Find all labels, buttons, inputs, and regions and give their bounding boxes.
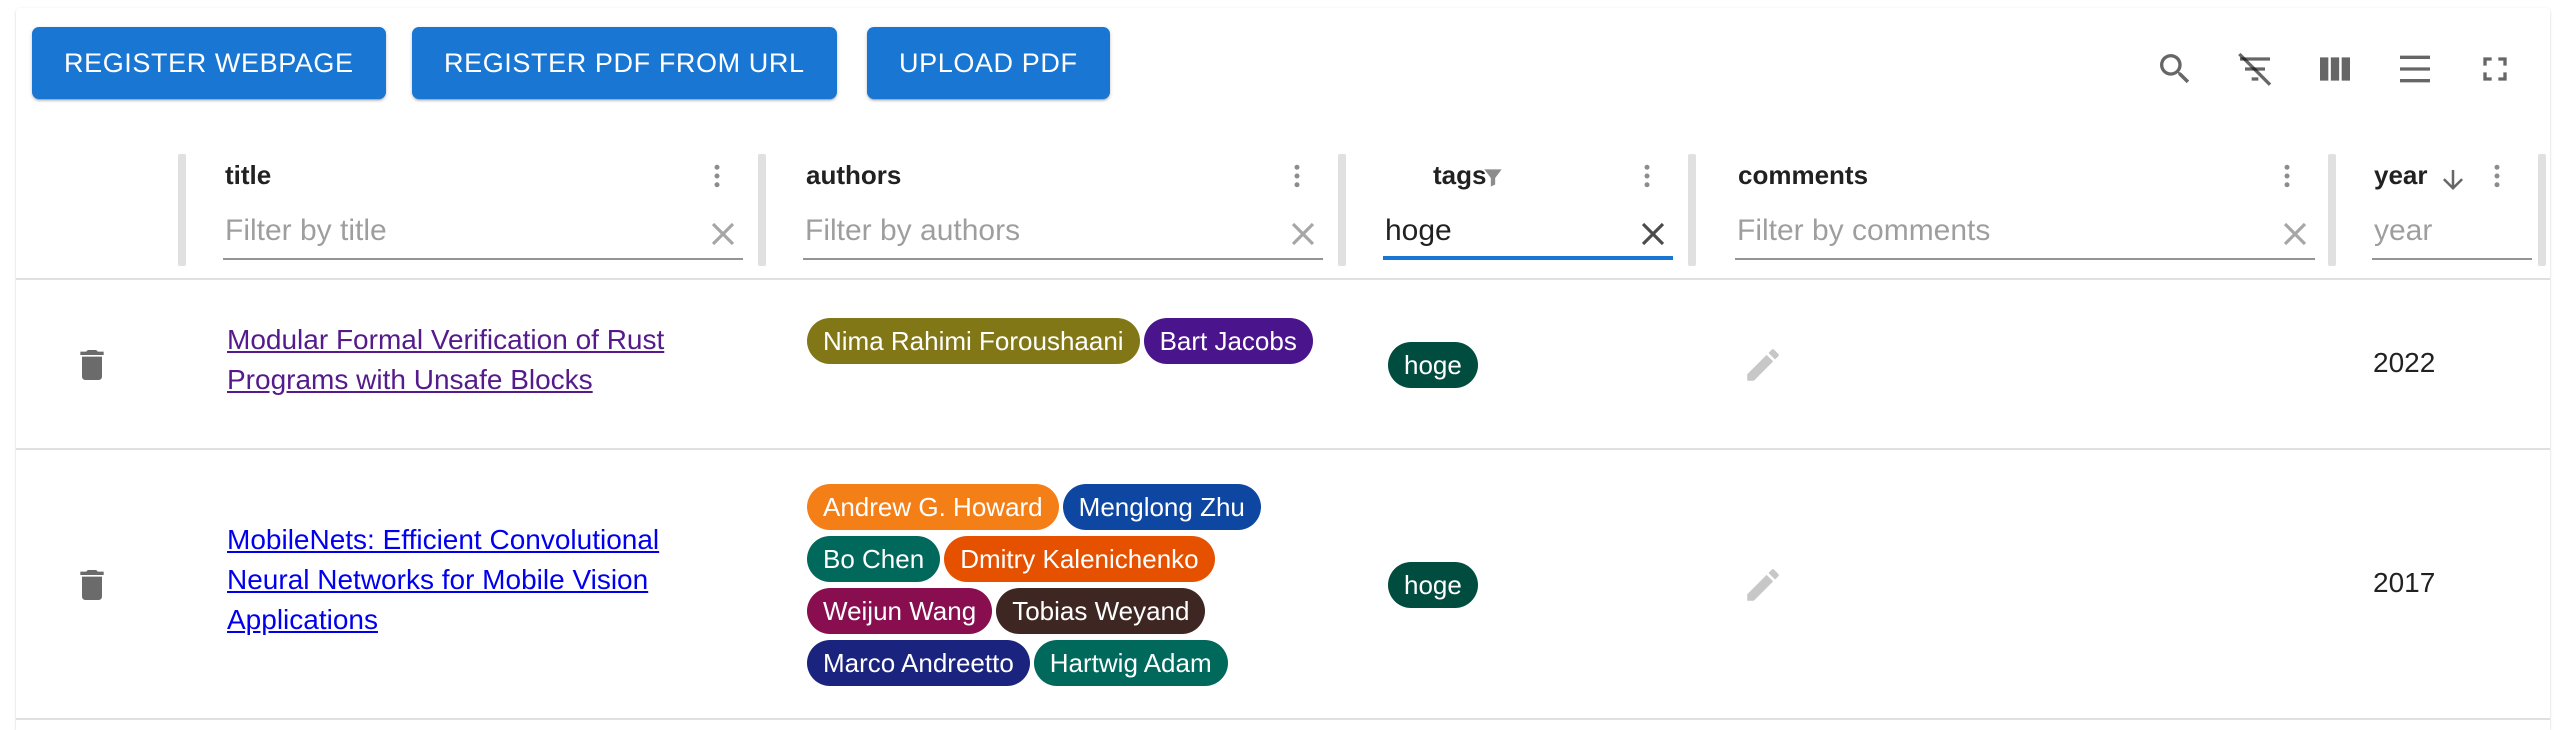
author-chip[interactable]: Bo Chen [807, 536, 941, 582]
tag-chip[interactable]: hoge [1388, 562, 1478, 608]
fullscreen-icon[interactable] [2472, 46, 2518, 92]
delete-icon[interactable] [72, 342, 112, 388]
paper-title-link[interactable]: MobileNets: Efficient Convolutional Neur… [227, 520, 747, 640]
more-vert-icon[interactable] [1632, 158, 1662, 194]
register-pdf-from-url-button[interactable]: REGISTER PDF FROM URL [412, 27, 837, 99]
delete-icon[interactable] [72, 562, 112, 608]
more-vert-icon[interactable] [2272, 158, 2302, 194]
table-row: Modular Formal Verification of Rust Prog… [16, 280, 2550, 450]
column-separator[interactable] [758, 154, 766, 266]
clear-icon[interactable] [2275, 214, 2315, 254]
tag-chip[interactable]: hoge [1388, 342, 1478, 388]
clear-filters-icon[interactable] [2232, 46, 2278, 92]
density-icon[interactable] [2392, 46, 2438, 92]
title-filter-input[interactable] [223, 206, 693, 256]
more-vert-icon[interactable] [702, 158, 732, 194]
year-cell: 2022 [2373, 347, 2436, 378]
column-header-comments[interactable]: comments [1738, 160, 1868, 191]
clear-icon[interactable] [1633, 214, 1673, 254]
edit-comment-icon[interactable] [1741, 563, 1785, 607]
column-separator[interactable] [1338, 154, 1346, 266]
column-headers: title authors tags comments [16, 134, 2550, 280]
author-chip[interactable]: Tobias Weyand [996, 588, 1206, 634]
column-separator[interactable] [1688, 154, 1696, 266]
clear-icon[interactable] [1283, 214, 1323, 254]
more-vert-icon[interactable] [2482, 158, 2512, 194]
author-chip[interactable]: Dmitry Kalenichenko [944, 536, 1215, 582]
title-filter [223, 206, 743, 260]
tags-filter [1383, 206, 1673, 260]
year-filter-input[interactable] [2372, 206, 2522, 256]
table-row: MobileNets: Efficient Convolutional Neur… [16, 450, 2550, 720]
author-chip[interactable]: Nima Rahimi Foroushaani [807, 318, 1140, 364]
column-header-title[interactable]: title [225, 160, 271, 191]
author-chip[interactable]: Marco Andreetto [807, 640, 1030, 686]
arrow-downward-icon[interactable] [2438, 162, 2468, 198]
filter-active-icon[interactable] [1478, 160, 1508, 196]
column-header-authors[interactable]: authors [806, 160, 901, 191]
upload-pdf-button[interactable]: UPLOAD PDF [867, 27, 1110, 99]
column-header-year[interactable]: year [2374, 160, 2428, 191]
authors-filter [803, 206, 1323, 260]
column-separator[interactable] [2328, 154, 2336, 266]
edit-comment-icon[interactable] [1741, 343, 1785, 387]
author-chip[interactable]: Hartwig Adam [1033, 640, 1228, 686]
comments-filter [1735, 206, 2315, 260]
year-filter [2372, 206, 2532, 260]
author-chips: Andrew G. Howard Menglong Zhu Bo Chen Dm… [807, 484, 1347, 686]
author-chip[interactable]: Andrew G. Howard [807, 484, 1059, 530]
author-chip[interactable]: Menglong Zhu [1062, 484, 1261, 530]
author-chip[interactable]: Bart Jacobs [1143, 318, 1313, 364]
more-vert-icon[interactable] [1282, 158, 1312, 194]
tags-filter-input[interactable] [1383, 206, 1623, 256]
authors-filter-input[interactable] [803, 206, 1273, 256]
column-separator[interactable] [2538, 154, 2546, 266]
paper-title-link[interactable]: Modular Formal Verification of Rust Prog… [227, 320, 747, 400]
search-icon[interactable] [2152, 46, 2198, 92]
register-webpage-button[interactable]: REGISTER WEBPAGE [32, 27, 386, 99]
author-chips: Nima Rahimi Foroushaani Bart Jacobs [807, 318, 1347, 364]
columns-icon[interactable] [2312, 46, 2358, 92]
year-cell: 2017 [2373, 567, 2436, 598]
comments-filter-input[interactable] [1735, 206, 2265, 256]
clear-icon[interactable] [703, 214, 743, 254]
column-separator[interactable] [178, 154, 186, 266]
papers-data-grid: REGISTER WEBPAGE REGISTER PDF FROM URL U… [16, 8, 2550, 730]
author-chip[interactable]: Weijun Wang [807, 588, 993, 634]
